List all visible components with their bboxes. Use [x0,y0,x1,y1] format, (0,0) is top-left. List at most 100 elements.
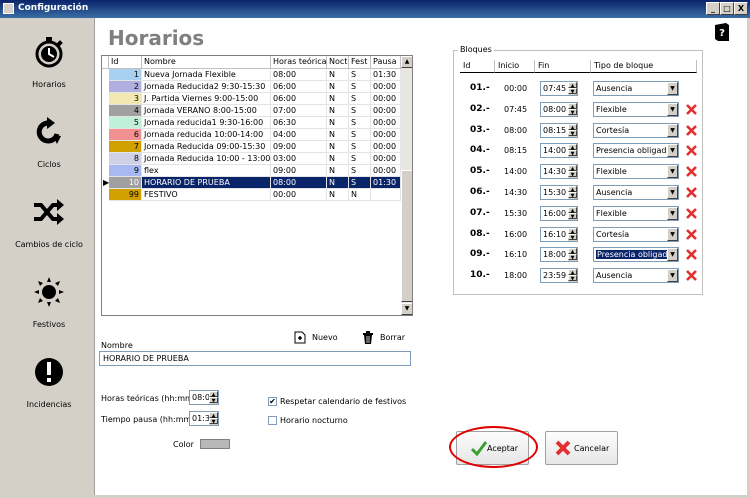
spin-down-icon[interactable]: ▼ [568,88,577,95]
block-type-select[interactable]: Ausencia ▼ [593,268,679,284]
table-row[interactable]: 7 Jornada Reducida 09:00-15:30 09:00 N S 00:0… [102,141,402,153]
column-header-fest[interactable]: Fest [349,56,371,69]
delete-block-icon[interactable] [686,103,697,115]
chevron-down-icon[interactable]: ▼ [667,186,678,199]
spin-down-icon[interactable]: ▼ [568,108,577,116]
block-end-stepper[interactable]: 23:59 ▲ ▼ [540,268,578,284]
chevron-down-icon[interactable]: ▼ [667,123,678,137]
block-end-stepper[interactable]: 07:45 ▲ ▼ [540,81,578,96]
sidebar-item-festivos[interactable]: Festivos [3,276,95,346]
table-cell-pause: 00:00 [371,165,401,177]
table-row[interactable]: ▶ 10 HORARIO DE PRUEBA 08:00 N S 01:30 [102,177,402,189]
block-type-value: Flexible [596,104,627,114]
chevron-down-icon[interactable]: ▼ [667,269,678,283]
spin-down-icon[interactable]: ▼ [568,171,577,178]
block-end-stepper[interactable]: 16:00 ▲ ▼ [540,205,578,221]
block-type-select[interactable]: Flexible ▼ [593,205,679,221]
block-type-select[interactable]: Presencia obligada ▼ [593,247,679,263]
vertical-scrollbar[interactable]: ▲ ▼ [401,56,412,315]
color-picker[interactable] [200,439,230,449]
table-row[interactable]: 8 Jornada Reducida 10:00 - 13:00 03:00 N S 00… [102,153,402,165]
spin-down-icon[interactable]: ▼ [209,418,218,425]
shuffle-icon [34,199,64,225]
chevron-down-icon[interactable]: ▼ [667,248,678,262]
block-type-select[interactable]: Cortesía ▼ [593,122,679,138]
sidebar-item-incidencias[interactable]: Incidencias [3,356,95,426]
column-header-noct[interactable]: Noct [327,56,349,69]
delete-block-icon[interactable] [686,145,697,157]
block-end-stepper[interactable]: 14:30 ▲ ▼ [540,164,578,180]
maximize-button[interactable]: □ [720,2,734,15]
spin-down-icon[interactable]: ▼ [209,397,218,404]
block-end-stepper[interactable]: 16:10 ▲ ▼ [540,226,578,242]
chevron-down-icon[interactable]: ▼ [667,144,678,158]
table-row[interactable]: 6 Jornada reducida 10:00-14:00 04:00 N S 00:0… [102,129,402,141]
column-header-id[interactable]: Id [109,56,142,69]
chevron-down-icon[interactable]: ▼ [667,206,678,220]
block-end-stepper[interactable]: 14:00 ▲ ▼ [540,143,578,159]
cancel-button[interactable]: Cancelar [545,431,618,465]
spin-down-icon[interactable]: ▼ [568,129,577,137]
close-button[interactable]: X [734,2,748,15]
sidebar-item-horarios[interactable]: Horarios [3,36,95,106]
night-checkbox[interactable] [268,416,277,425]
delete-button[interactable]: Borrar [362,331,412,345]
spin-down-icon[interactable]: ▼ [568,233,577,241]
block-type-select[interactable]: Cortesía ▼ [593,226,679,242]
spin-down-icon[interactable]: ▼ [568,275,577,282]
new-button[interactable]: Nuevo [294,331,344,345]
block-type-select[interactable]: Presencia obligada ▼ [593,143,679,159]
block-type-select[interactable]: Flexible ▼ [593,101,679,117]
block-end-stepper[interactable]: 18:00 ▲ ▼ [540,247,578,263]
table-row[interactable]: 9 flex 09:00 N S 00:00 [102,165,402,177]
name-field[interactable]: HORARIO DE PRUEBA [99,351,411,366]
chevron-down-icon[interactable]: ▼ [667,227,678,241]
sidebar-item-label: Horarios [32,80,66,89]
chevron-down-icon[interactable]: ▼ [667,102,678,116]
table-row[interactable]: 1 Nueva Jornada Flexible 08:00 N S 01:30 [102,69,402,81]
delete-block-icon[interactable] [686,270,697,282]
sidebar-item-cambios-de-ciclo[interactable]: Cambios de ciclo [3,196,95,266]
highlight-annotation [449,426,538,468]
chevron-down-icon[interactable]: ▼ [667,82,678,95]
delete-block-icon[interactable] [686,249,697,261]
column-header-pause[interactable]: Pausa [371,56,401,69]
delete-block-icon[interactable] [686,228,697,240]
help-book-icon[interactable]: ? [713,22,731,42]
block-end-stepper[interactable]: 15:30 ▲ ▼ [540,185,578,200]
delete-block-icon[interactable] [686,207,697,219]
scroll-thumb[interactable] [401,170,412,302]
sidebar-item-ciclos[interactable]: Ciclos [3,116,95,186]
scroll-down-icon[interactable]: ▼ [401,303,412,315]
pause-stepper[interactable]: 01:30 ▲ ▼ [189,411,219,426]
column-header-hours[interactable]: Horas teóricas [271,56,327,69]
block-type-select[interactable]: Ausencia ▼ [593,81,679,96]
chevron-down-icon[interactable]: ▼ [667,165,678,179]
table-cell-noct: N [327,141,349,153]
spin-down-icon[interactable]: ▼ [568,212,577,220]
holidays-checkbox[interactable]: ✔ [268,397,277,406]
block-id: 06.- [470,187,490,197]
table-row[interactable]: 2 Jornada Reducida2 9:30-15:30 06:00 N S 00:0… [102,81,402,93]
spin-down-icon[interactable]: ▼ [568,150,577,157]
table-cell-id: 3 [109,93,142,105]
block-end-stepper[interactable]: 08:00 ▲ ▼ [540,101,578,117]
table-row[interactable]: 3 J. Partida Viernes 9:00-15:00 06:00 N S 00:… [102,93,402,105]
table-row[interactable]: 4 Jornada VERANO 8:00-15:00 07:00 N S 00:00 [102,105,402,117]
block-end-stepper[interactable]: 08:15 ▲ ▼ [540,122,578,138]
block-type-select[interactable]: Flexible ▼ [593,164,679,180]
column-header-name[interactable]: Nombre [142,56,271,69]
scroll-up-icon[interactable]: ▲ [401,56,412,68]
table-row[interactable]: 99 FESTIVO 00:00 N N [102,189,402,201]
minimize-button[interactable]: _ [706,2,720,15]
delete-block-icon[interactable] [686,166,697,178]
delete-block-icon[interactable] [686,187,697,198]
spin-down-icon[interactable]: ▼ [568,254,577,261]
delete-block-icon[interactable] [686,124,697,136]
block-type-select[interactable]: Ausencia ▼ [593,185,679,200]
schedules-table[interactable]: Id Nombre Horas teóricas Noct Fest Pausa… [101,55,413,316]
table-cell-name: J. Partida Viernes 9:00-15:00 [142,93,271,105]
spin-down-icon[interactable]: ▼ [568,192,577,199]
hours-stepper[interactable]: 08:00 ▲ ▼ [189,390,219,405]
table-row[interactable]: 5 Jornada reducida1 9:30-16:00 06:30 N S 00:0… [102,117,402,129]
